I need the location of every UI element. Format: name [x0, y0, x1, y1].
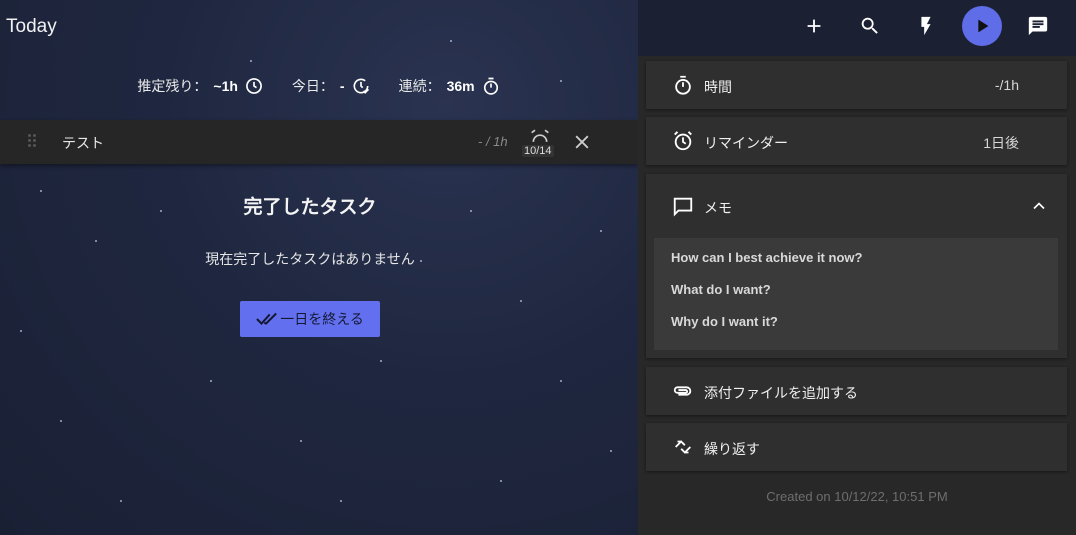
time-estimate-row[interactable]: 時間 -/1h: [646, 61, 1067, 109]
header-actions: [794, 6, 1058, 46]
task-estimate[interactable]: - / 1h: [478, 134, 508, 149]
stopwatch-icon: [483, 77, 498, 95]
top-bar: Today: [0, 0, 1076, 56]
comment-icon: [673, 197, 693, 217]
focus-mode-button[interactable]: [906, 6, 946, 46]
time-value: -/1h: [994, 77, 1019, 93]
double-check-icon: [256, 312, 278, 326]
memo-line: Why do I want it?: [671, 314, 778, 329]
today-time: 今日： -: [292, 76, 371, 96]
alarm-clock-icon: [674, 131, 692, 151]
repeat-icon: [675, 440, 691, 454]
reminder-row[interactable]: リマインダー 1日後: [646, 117, 1067, 165]
attachment-icon: [673, 386, 692, 396]
chevron-up-icon: [1033, 202, 1045, 210]
streak-time-value: 36m: [446, 78, 475, 94]
add-icon: [807, 19, 821, 33]
estimated-remaining-value: ~1h: [213, 78, 238, 94]
search-button[interactable]: [850, 6, 890, 46]
stats-bar: 推定残り： ~1h 今日： - 連続： 36m: [0, 70, 638, 102]
bolt-icon: [921, 16, 931, 36]
alarm-icon: [531, 129, 549, 142]
task-reminder-date: 10/14: [522, 145, 554, 157]
created-timestamp: Created on 10/12/22, 10:51 PM: [766, 489, 948, 504]
add-attachment-row[interactable]: 添付ファイルを追加する: [646, 367, 1067, 415]
time-label: 時間: [704, 79, 732, 95]
notes-button[interactable]: [1018, 6, 1058, 46]
chat-icon: [1028, 16, 1048, 36]
timer-icon: [675, 75, 691, 95]
collapse-memo-button[interactable]: [1029, 196, 1049, 216]
task-title[interactable]: テスト: [62, 133, 104, 153]
memo-section: メモ How can I best achieve it now? What d…: [646, 174, 1067, 358]
play-button[interactable]: [962, 6, 1002, 46]
add-task-button[interactable]: [794, 6, 834, 46]
memo-line: What do I want?: [671, 282, 771, 297]
history-icon: [245, 78, 262, 94]
drag-handle-icon[interactable]: [28, 134, 38, 150]
completed-tasks-title: 完了したタスク: [243, 197, 377, 218]
search-icon: [861, 17, 878, 34]
completed-tasks-empty: 現在完了したタスクはありません: [205, 251, 415, 267]
estimated-remaining: 推定残り： ~1h: [137, 76, 264, 96]
add-attachment-label: 添付ファイルを追加する: [704, 385, 858, 401]
clock-check-icon: [353, 78, 369, 94]
today-time-value: -: [339, 78, 345, 94]
streak-time-label: 連続：: [398, 78, 441, 94]
memo-editor[interactable]: How can I best achieve it now? What do I…: [654, 238, 1058, 350]
task-detail-panel: 時間 -/1h リマインダー 1日後 メモ How can I best ach…: [638, 56, 1076, 535]
memo-label: メモ: [704, 200, 732, 216]
estimated-remaining-label: 推定残り：: [137, 78, 208, 94]
task-reminder[interactable]: 10/14: [522, 128, 558, 160]
end-day-label: 一日を終える: [280, 311, 364, 327]
memo-line: How can I best achieve it now?: [671, 250, 863, 265]
close-icon: [575, 135, 589, 149]
task-row[interactable]: テスト - / 1h 10/14: [0, 120, 638, 164]
repeat-row[interactable]: 繰り返す: [646, 423, 1067, 471]
reminder-value: 1日後: [983, 135, 1019, 151]
page-title: Today: [6, 16, 57, 37]
reminder-label: リマインダー: [704, 135, 788, 151]
play-icon: [978, 19, 989, 33]
today-time-label: 今日：: [291, 78, 334, 94]
repeat-label: 繰り返す: [704, 441, 760, 457]
close-task-button[interactable]: [572, 132, 592, 152]
end-day-button[interactable]: 一日を終える: [240, 301, 380, 337]
streak-time: 連続： 36m: [399, 76, 501, 96]
